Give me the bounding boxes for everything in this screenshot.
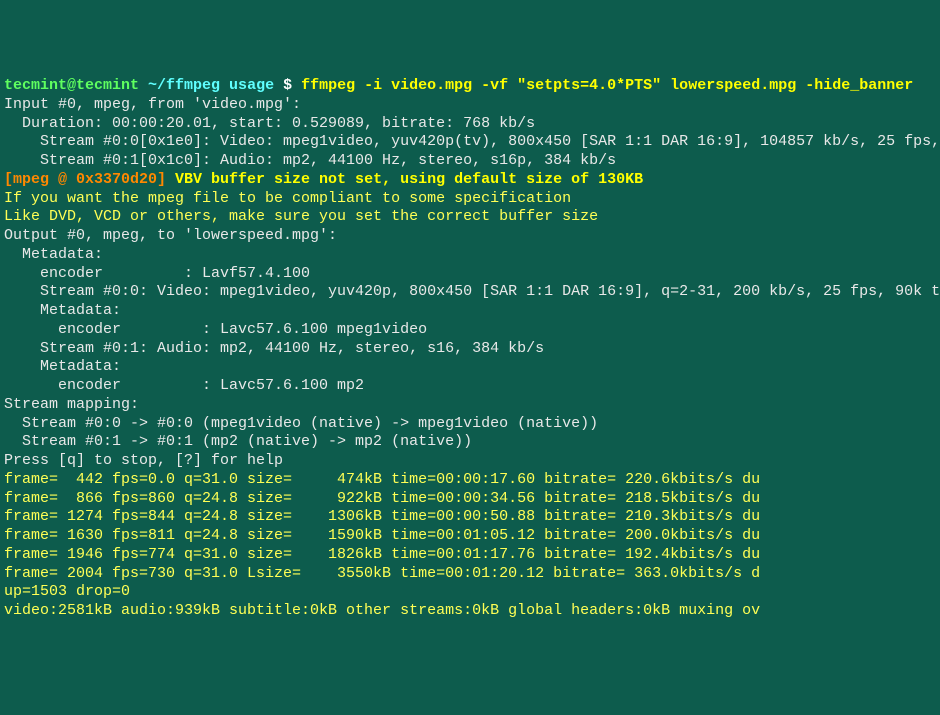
output-frame4: frame= 1630 fps=811 q=24.8 size= 1590kB … — [4, 527, 936, 546]
output-streammap: Stream mapping: — [4, 396, 936, 415]
vbv-prefix: [mpeg @ 0x3370d20] — [4, 171, 166, 188]
output-vbv-warning: [mpeg @ 0x3370d20] VBV buffer size not s… — [4, 171, 936, 190]
output-meta2: Metadata: — [4, 302, 936, 321]
output-compliant1: If you want the mpeg file to be complian… — [4, 190, 936, 209]
output-input0: Input #0, mpeg, from 'video.mpg': — [4, 96, 936, 115]
terminal-prompt-line[interactable]: tecmint@tecmint ~/ffmpeg usage $ ffmpeg … — [4, 77, 936, 96]
output-stream00out: Stream #0:0: Video: mpeg1video, yuv420p,… — [4, 283, 936, 302]
prompt-command: ffmpeg -i video.mpg -vf "setpts=4.0*PTS"… — [301, 77, 913, 94]
output-encoder3: encoder : Lavc57.6.100 mp2 — [4, 377, 936, 396]
output-frame6: frame= 2004 fps=730 q=31.0 Lsize= 3550kB… — [4, 565, 936, 584]
output-frame5: frame= 1946 fps=774 q=31.0 size= 1826kB … — [4, 546, 936, 565]
vbv-msg: VBV buffer size not set, using default s… — [166, 171, 643, 188]
output-map1: Stream #0:1 -> #0:1 (mp2 (native) -> mp2… — [4, 433, 936, 452]
output-video-summary: video:2581kB audio:939kB subtitle:0kB ot… — [4, 602, 936, 621]
output-meta1: Metadata: — [4, 246, 936, 265]
output-stream01a: Stream #0:1[0x1c0]: Audio: mp2, 44100 Hz… — [4, 152, 936, 171]
output-frame2: frame= 866 fps=860 q=24.8 size= 922kB ti… — [4, 490, 936, 509]
output-press: Press [q] to stop, [?] for help — [4, 452, 936, 471]
prompt-path: ~/ffmpeg usage — [148, 77, 274, 94]
prompt-dollar: $ — [274, 77, 301, 94]
output-encoder1: encoder : Lavf57.4.100 — [4, 265, 936, 284]
output-encoder2: encoder : Lavc57.6.100 mpeg1video — [4, 321, 936, 340]
prompt-user-host: tecmint@tecmint — [4, 77, 139, 94]
output-compliant2: Like DVD, VCD or others, make sure you s… — [4, 208, 936, 227]
output-stream00v: Stream #0:0[0x1e0]: Video: mpeg1video, y… — [4, 133, 936, 152]
output-duration: Duration: 00:00:20.01, start: 0.529089, … — [4, 115, 936, 134]
output-map0: Stream #0:0 -> #0:0 (mpeg1video (native)… — [4, 415, 936, 434]
output-frame3: frame= 1274 fps=844 q=24.8 size= 1306kB … — [4, 508, 936, 527]
output-stream01out: Stream #0:1: Audio: mp2, 44100 Hz, stere… — [4, 340, 936, 359]
output-updrop: up=1503 drop=0 — [4, 583, 936, 602]
output-frame1: frame= 442 fps=0.0 q=31.0 size= 474kB ti… — [4, 471, 936, 490]
prompt-space — [139, 77, 148, 94]
output-meta3: Metadata: — [4, 358, 936, 377]
output-output0: Output #0, mpeg, to 'lowerspeed.mpg': — [4, 227, 936, 246]
